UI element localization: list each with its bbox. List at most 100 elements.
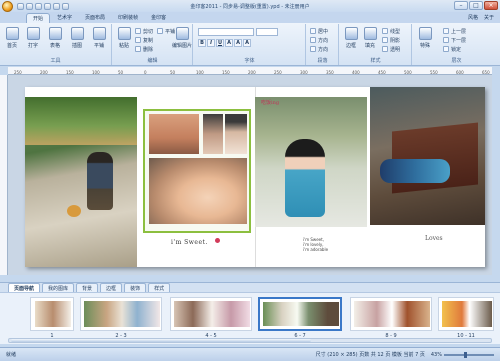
align-right-icon xyxy=(310,46,316,52)
cut-button[interactable]: 剪切 xyxy=(135,27,153,35)
style-menu[interactable]: 风格 xyxy=(468,14,478,21)
delete-button[interactable]: 删除 xyxy=(135,45,153,53)
tab-styles[interactable]: 样式 xyxy=(148,282,171,293)
bring-forward-button[interactable]: 上一层 xyxy=(443,27,466,35)
thumbnail-page-1[interactable] xyxy=(30,297,74,331)
align-center-icon xyxy=(310,28,316,34)
minimize-button[interactable]: – xyxy=(454,1,468,10)
copy-button[interactable]: 复制 xyxy=(135,36,153,44)
thumbnail-page-4-5[interactable] xyxy=(170,297,252,331)
special-button[interactable]: 特殊 xyxy=(416,27,434,49)
thumbnail-page-8-9[interactable] xyxy=(350,297,432,331)
line-style-button[interactable]: 线型 xyxy=(382,27,400,35)
table-icon xyxy=(48,27,62,40)
group-label-layer: 层次 xyxy=(451,58,462,64)
tab-wordart[interactable]: 艺术字 xyxy=(51,13,78,23)
copy-icon xyxy=(135,37,141,43)
flat-button[interactable]: 平铺 xyxy=(90,27,108,49)
photo-girl[interactable] xyxy=(255,97,367,227)
paste-icon xyxy=(117,27,131,40)
tab-decoration[interactable]: 装饰 xyxy=(124,282,147,293)
loves-artwork[interactable]: Loves xyxy=(425,235,443,242)
caption-eating[interactable]: 吃饭ing xyxy=(261,99,279,106)
border-button[interactable]: 边框 xyxy=(342,27,360,49)
photo-boy-bench[interactable] xyxy=(370,87,485,225)
fill-button[interactable]: 填充 xyxy=(361,27,379,49)
image-button[interactable]: 插图 xyxy=(68,27,86,49)
tab-jinyinke[interactable]: 金印客 xyxy=(145,13,172,23)
group-label-font: 字体 xyxy=(244,58,255,64)
scrollbar-thumb[interactable] xyxy=(11,339,311,342)
status-bar: 就绪 尺寸 (210 × 285) 页数 共 12 页 模板 当前 7 页 43… xyxy=(0,347,500,361)
line-icon xyxy=(382,28,388,34)
zoom-slider[interactable] xyxy=(444,351,494,358)
italic-button[interactable]: I xyxy=(207,39,215,47)
bold-button[interactable]: B xyxy=(198,39,206,47)
font-size-select[interactable] xyxy=(256,28,278,36)
photo-boy-street[interactable] xyxy=(25,97,137,267)
edit-image-button[interactable]: 编辑图片 xyxy=(171,27,193,49)
zoom-knob[interactable] xyxy=(464,351,467,358)
heart-decoration xyxy=(215,238,220,243)
tab-print-binding[interactable]: 印刷装帧 xyxy=(112,13,144,23)
bring-forward-icon xyxy=(443,28,449,34)
photo-collage-frame[interactable] xyxy=(143,109,251,233)
opacity-button[interactable]: 透明 xyxy=(382,45,400,53)
table-button[interactable]: 表格 xyxy=(46,27,64,49)
home-icon xyxy=(5,27,19,40)
caption-line-3: i'm adorable xyxy=(303,247,329,252)
zoom-control[interactable]: 43% xyxy=(430,351,494,358)
window-title: 金印客2011 - 同步易-调整版(重置).ypd - 未注册用户 xyxy=(190,4,310,10)
print-button[interactable]: 打字 xyxy=(24,27,42,49)
print-icon xyxy=(26,27,40,40)
maximize-button[interactable]: □ xyxy=(469,1,483,10)
photo-baby-sleeping[interactable] xyxy=(149,158,247,224)
close-button[interactable]: × xyxy=(484,1,498,10)
align-center-button[interactable]: 居中 xyxy=(310,27,328,35)
group-tools: 首页 打字 表格 插图 平铺 工具 xyxy=(0,24,112,65)
underline-button[interactable]: U xyxy=(216,39,224,47)
group-paragraph: 居中 方向 方向 段落 xyxy=(307,24,339,65)
highlight-button[interactable]: A xyxy=(234,39,242,47)
about-menu[interactable]: 关于 xyxy=(484,14,494,21)
shadow-button[interactable]: 阴影 xyxy=(382,36,400,44)
group-label-tools: 工具 xyxy=(50,58,61,64)
font-color-button[interactable]: A xyxy=(225,39,233,47)
thumbnail-page-10-11[interactable] xyxy=(438,297,494,331)
caption-sweet[interactable]: i'm Sweet. xyxy=(171,239,208,246)
caption-lines[interactable]: i'm Sweet, i'm lovely, i'm adorable xyxy=(303,237,328,252)
group-layer: 特殊 上一层 下一层 锁定 层次 xyxy=(413,24,500,65)
tab-border[interactable]: 边框 xyxy=(100,282,123,293)
photo-collage-1[interactable] xyxy=(149,114,199,154)
tab-background[interactable]: 背景 xyxy=(76,282,99,293)
photo-collage-3[interactable] xyxy=(225,114,247,154)
thumbnail-scrollbar[interactable] xyxy=(8,338,492,343)
direction-right-button[interactable]: 方向 xyxy=(310,45,328,53)
photo-collage-2[interactable] xyxy=(203,114,223,154)
font-family-select[interactable] xyxy=(198,28,254,36)
group-label-style: 样式 xyxy=(370,58,381,64)
tab-right-links: 风格 关于 xyxy=(468,14,494,21)
border-icon xyxy=(344,27,358,40)
group-label-edit: 编辑 xyxy=(147,58,158,64)
window-controls: – □ × xyxy=(454,1,498,10)
thumbnail-page-6-7[interactable] xyxy=(258,297,342,331)
paste-button[interactable]: 粘贴 xyxy=(115,27,133,49)
zoom-level: 43% xyxy=(430,351,442,358)
tab-page-navigation[interactable]: 页面导航 xyxy=(8,282,41,293)
send-backward-button[interactable]: 下一层 xyxy=(443,36,466,44)
lock-button[interactable]: 锁定 xyxy=(443,45,461,53)
opacity-icon xyxy=(382,46,388,52)
delete-icon xyxy=(135,46,141,52)
tab-page-layout[interactable]: 页面布局 xyxy=(79,13,111,23)
grow-font-button[interactable]: A xyxy=(243,39,251,47)
ribbon-tabs: 开始 艺术字 页面布局 印刷装帧 金印客 风格 关于 xyxy=(0,12,500,23)
thumbnail-page-2-3[interactable] xyxy=(80,297,162,331)
fill-icon xyxy=(363,27,377,40)
vertical-ruler xyxy=(0,75,8,275)
tab-my-gallery[interactable]: 我的图库 xyxy=(42,282,75,293)
special-icon xyxy=(418,27,432,40)
home-button[interactable]: 首页 xyxy=(3,27,21,49)
direction-left-button[interactable]: 方向 xyxy=(310,36,328,44)
tab-home[interactable]: 开始 xyxy=(26,13,51,23)
